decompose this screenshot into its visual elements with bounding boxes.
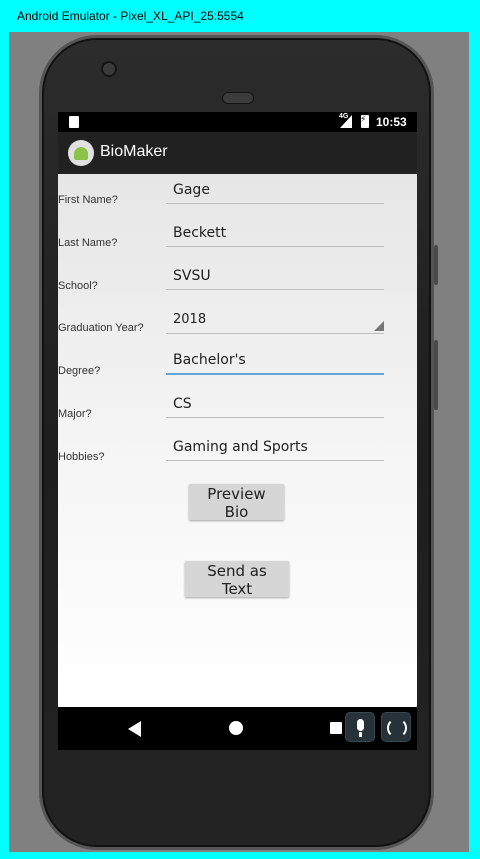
- recents-icon[interactable]: [330, 722, 342, 734]
- graduation-year-label: Graduation Year?: [58, 322, 144, 334]
- home-icon[interactable]: [229, 721, 243, 735]
- device-screen: 4G 10:53 BioMaker First Name? Last Name?…: [58, 112, 417, 750]
- dropdown-arrow-icon: [374, 321, 384, 331]
- microphone-icon: [357, 719, 364, 737]
- battery-charging-icon: [360, 114, 369, 128]
- hobbies-row: Hobbies?: [58, 433, 417, 465]
- major-row: Major?: [58, 390, 417, 422]
- hobbies-label: Hobbies?: [58, 451, 105, 463]
- sd-card-icon: [69, 116, 79, 128]
- emulator-window: Android Emulator - Pixel_XL_API_25:5554 …: [0, 0, 480, 859]
- school-label: School?: [58, 280, 98, 292]
- status-time: 10:53: [376, 115, 407, 129]
- rotate-button[interactable]: [381, 712, 411, 742]
- first-name-row: First Name?: [58, 176, 417, 208]
- degree-label: Degree?: [58, 365, 101, 377]
- window-frame-left: [0, 32, 9, 859]
- window-title: Android Emulator - Pixel_XL_API_25:5554: [0, 0, 480, 32]
- form-content: First Name? Last Name? School? Graduatio…: [58, 174, 417, 707]
- status-bar: 4G 10:53: [58, 112, 417, 132]
- android-icon: [74, 147, 88, 160]
- app-icon: [68, 140, 94, 166]
- last-name-row: Last Name?: [58, 219, 417, 251]
- volume-button[interactable]: [434, 340, 438, 410]
- last-name-input[interactable]: [166, 219, 384, 247]
- first-name-label: First Name?: [58, 194, 118, 206]
- first-name-input[interactable]: [166, 176, 384, 204]
- major-label: Major?: [58, 408, 92, 420]
- preview-bio-button[interactable]: Preview Bio: [189, 484, 284, 521]
- app-title: BioMaker: [100, 143, 168, 160]
- earpiece-speaker: [222, 92, 254, 104]
- send-as-text-button[interactable]: Send as Text: [185, 561, 289, 598]
- back-icon[interactable]: [128, 721, 141, 737]
- school-row: School?: [58, 262, 417, 294]
- hobbies-input[interactable]: [166, 433, 384, 461]
- signal-icon: [340, 115, 352, 128]
- degree-row: Degree?: [58, 347, 417, 379]
- graduation-year-value: 2018: [173, 312, 207, 327]
- last-name-label: Last Name?: [58, 237, 118, 249]
- major-input[interactable]: [166, 390, 384, 418]
- graduation-year-spinner[interactable]: 2018: [166, 304, 384, 334]
- power-button[interactable]: [434, 245, 438, 285]
- degree-input[interactable]: [166, 347, 384, 375]
- front-camera: [101, 61, 117, 77]
- school-input[interactable]: [166, 262, 384, 290]
- app-bar: BioMaker: [58, 132, 417, 174]
- microphone-button[interactable]: [345, 712, 375, 742]
- graduation-year-row: Graduation Year? 2018: [58, 304, 417, 336]
- rotate-icon: [387, 718, 407, 738]
